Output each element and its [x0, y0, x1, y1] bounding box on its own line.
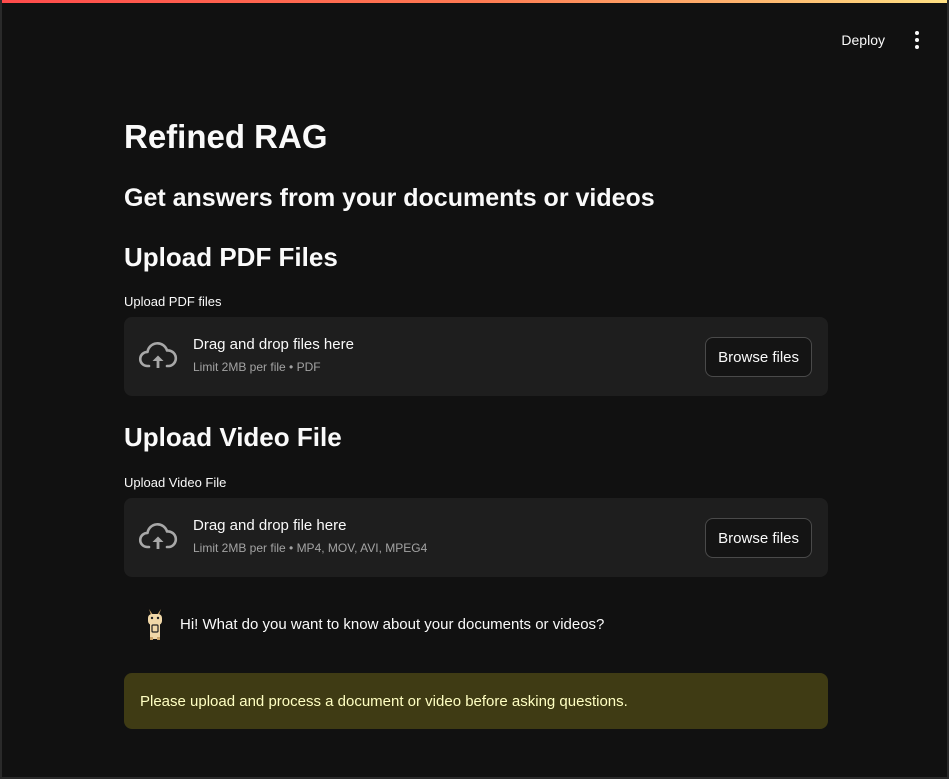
pdf-dropzone[interactable]: Drag and drop files here Limit 2MB per f…: [124, 317, 828, 396]
top-decoration-bar: [2, 0, 947, 3]
page-title: Refined RAG: [124, 118, 328, 155]
video-dropzone-limit: Limit 2MB per file • MP4, MOV, AVI, MPEG…: [193, 541, 428, 555]
video-dropzone[interactable]: Drag and drop file here Limit 2MB per fi…: [124, 498, 828, 577]
cloud-upload-icon: [138, 342, 178, 368]
cloud-upload-icon: [138, 523, 178, 549]
assistant-chat-message: Hi! What do you want to know about your …: [144, 607, 604, 641]
deploy-button[interactable]: Deploy: [835, 28, 891, 52]
app-window: Deploy Refined RAG Get answers from your…: [0, 0, 949, 779]
video-section-heading: Upload Video File: [124, 422, 342, 452]
vertical-dots-icon[interactable]: [909, 30, 925, 50]
assistant-message-text: Hi! What do you want to know about your …: [180, 615, 605, 633]
pdf-dropzone-limit: Limit 2MB per file • PDF: [193, 360, 321, 374]
video-browse-files-button[interactable]: Browse files: [705, 518, 812, 558]
pdf-dropzone-instructions: Drag and drop files here: [193, 336, 354, 353]
pdf-browse-files-button[interactable]: Browse files: [705, 337, 812, 377]
warning-text: Please upload and process a document or …: [140, 692, 628, 710]
warning-alert: Please upload and process a document or …: [124, 673, 828, 729]
video-dropzone-instructions: Drag and drop file here: [193, 517, 347, 534]
page-subtitle: Get answers from your documents or video…: [124, 184, 655, 212]
header-toolbar: Deploy: [835, 28, 925, 52]
video-uploader-label: Upload Video File: [124, 475, 227, 490]
pdf-section-heading: Upload PDF Files: [124, 242, 338, 272]
pdf-uploader-label: Upload PDF files: [124, 294, 222, 309]
llama-avatar-icon: [148, 609, 162, 640]
